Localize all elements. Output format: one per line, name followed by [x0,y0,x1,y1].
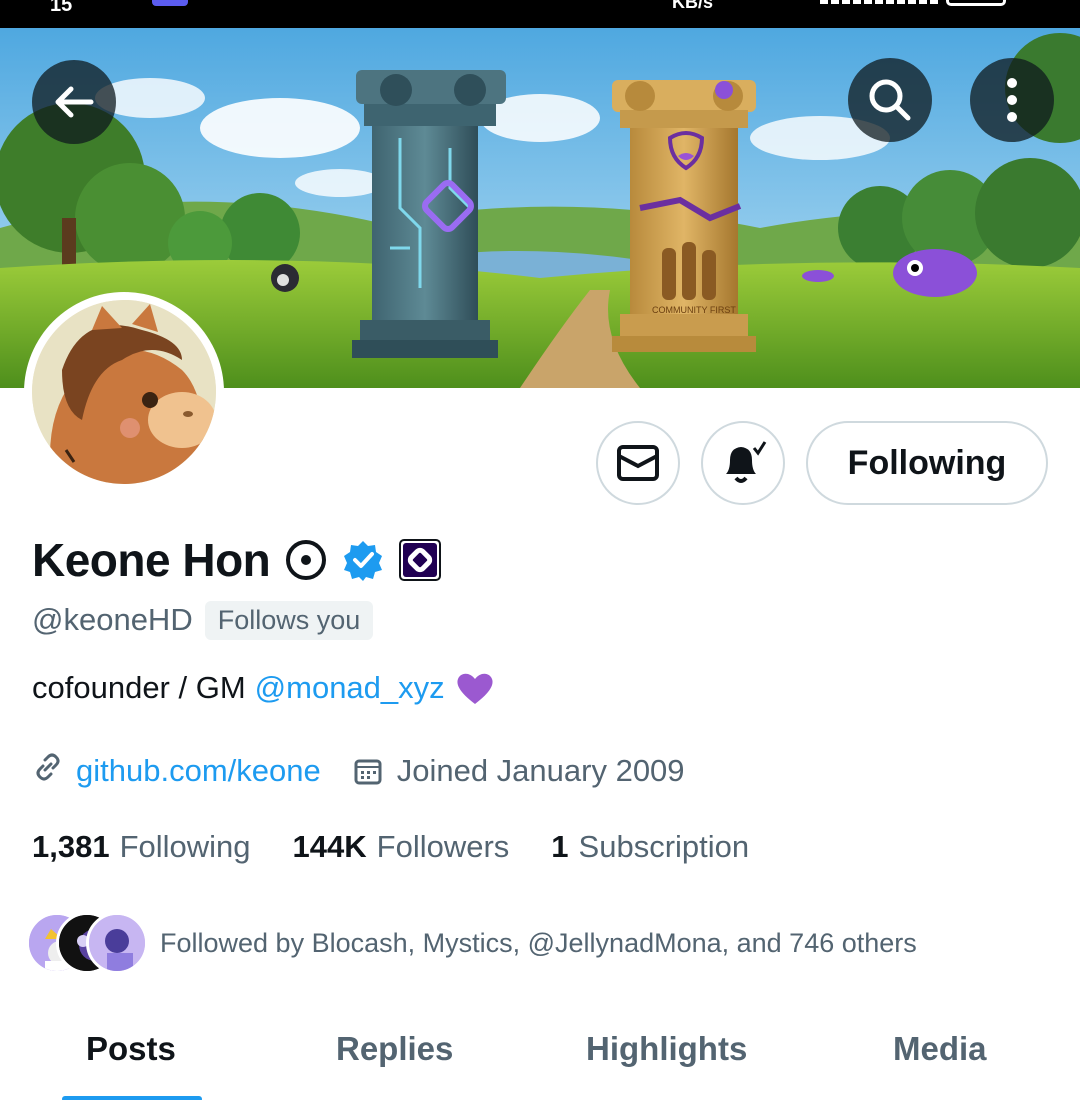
link-icon [32,751,64,791]
followed-by-avatars [26,910,150,976]
followers-count: 144K [292,829,367,864]
message-button[interactable] [596,421,680,505]
active-tab-indicator [62,1096,202,1100]
website-link[interactable]: github.com/keone [76,753,321,789]
status-time: 15 [50,0,73,16]
status-app-icon [152,0,188,6]
profile-page: 15 KB/s COMMUNITY FIRST Following Keone … [0,0,1080,1100]
pony-avatar-art [32,300,216,484]
followed-by-text: Followed by Blocash, Mystics, @JellynadM… [160,927,917,958]
followed-by-row[interactable]: Followed by Blocash, Mystics, @JellynadM… [26,910,917,976]
search-button[interactable] [848,58,932,142]
tab-replies[interactable]: Replies [336,1030,453,1068]
following-label: Following [119,829,251,864]
handle-row: @keoneHD Follows you [32,598,374,642]
signal-icon [820,0,940,4]
bio: cofounder / GM @monad_xyz [32,670,495,706]
follows-you-badge: Follows you [204,600,374,640]
affiliate-logo-icon[interactable] [398,538,442,582]
bio-mention-link[interactable]: @monad_xyz [255,670,445,706]
subscriptions-count: 1 [551,829,569,864]
profile-meta: github.com/keone Joined January 2009 [32,748,685,794]
more-vertical-icon [1007,78,1017,122]
subscriptions-stat[interactable]: 1 Subscription [551,829,749,865]
tab-media[interactable]: Media [893,1030,987,1068]
notifications-button[interactable] [701,421,785,505]
followers-stat[interactable]: 144K Followers [293,829,510,865]
bell-check-icon [726,441,767,483]
follow-stats: 1,381 Following 144K Followers 1 Subscripti… [32,824,749,870]
avatar-image [32,300,216,484]
profile-tabs: Posts Replies Highlights Media [0,1010,1080,1100]
display-name: Keone Hon [32,534,271,586]
following-button[interactable]: Following [806,421,1048,505]
purple-heart-icon [455,670,495,706]
arrow-left-icon [55,86,94,118]
following-stat[interactable]: 1,381 Following [32,829,251,865]
tab-highlights[interactable]: Highlights [586,1030,747,1068]
verified-badge-icon[interactable] [342,539,384,581]
avatar [86,912,148,974]
status-bar: 15 KB/s [0,0,1080,28]
pillar-text: COMMUNITY FIRST [652,305,736,315]
tab-posts[interactable]: Posts [86,1030,176,1068]
calendar-icon [353,756,383,786]
name-row: Keone Hon [32,532,442,588]
status-net-speed: KB/s [672,0,714,12]
followers-label: Followers [376,829,510,864]
bio-text: cofounder / GM [32,670,246,705]
profile-avatar[interactable] [24,292,224,492]
following-count: 1,381 [32,829,110,864]
joined-date: Joined January 2009 [396,753,685,788]
mail-icon [617,445,659,481]
search-icon [869,79,911,121]
circle-dot-icon [284,538,328,582]
user-handle: @keoneHD [32,602,193,637]
battery-icon [946,0,1006,6]
subscriptions-label: Subscription [578,829,750,864]
more-options-button[interactable] [970,58,1054,142]
back-button[interactable] [32,60,116,144]
